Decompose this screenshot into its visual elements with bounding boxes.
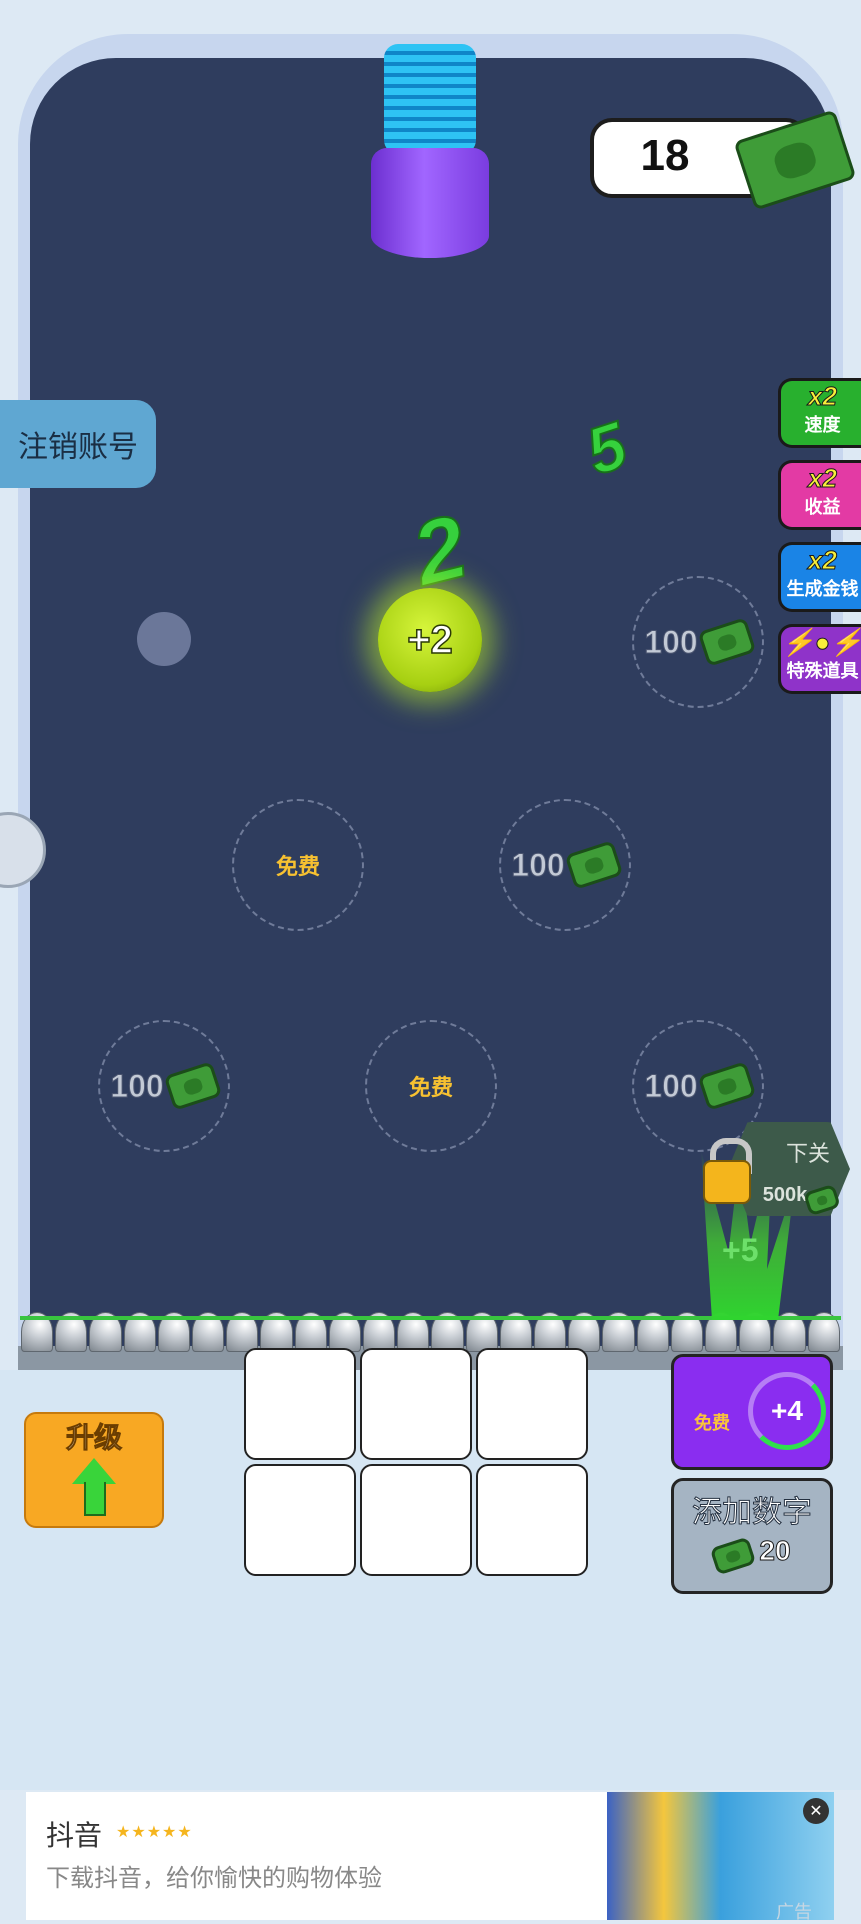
peg <box>137 612 191 666</box>
lock-icon <box>703 1160 751 1204</box>
slot-buy[interactable]: 100 <box>499 799 631 931</box>
generate-label: 生成金钱 <box>786 579 859 600</box>
free-label: 免费 <box>694 1413 730 1434</box>
free-amount: +4 <box>748 1372 826 1450</box>
cash-icon <box>710 1536 757 1575</box>
cash-icon <box>163 1061 223 1111</box>
cash-icon <box>564 840 624 890</box>
grid-cell[interactable] <box>360 1464 472 1576</box>
ad-subtitle: 下载抖音，给你愉快的购物体验 <box>46 1864 382 1892</box>
grid-cell[interactable] <box>244 1464 356 1576</box>
special-label: 特殊道具 <box>786 661 859 682</box>
income-x2-button[interactable]: x2 收益 <box>778 460 861 530</box>
cash-icon <box>697 1061 757 1111</box>
arrow-up-icon <box>84 1482 106 1516</box>
slot-free-label: 免费 <box>275 855 320 880</box>
slot-cost: 100 <box>511 846 565 883</box>
money-value: 18 <box>640 131 690 180</box>
grid-cell[interactable] <box>244 1348 356 1460</box>
grid-cell[interactable] <box>476 1464 588 1576</box>
grid-cell[interactable] <box>476 1348 588 1460</box>
plus-effect: +5 <box>722 1232 759 1268</box>
number-grid <box>244 1348 592 1582</box>
ad-tag: 广告 <box>776 1902 812 1923</box>
generate-money-x2-button[interactable]: x2 生成金钱 <box>778 542 861 612</box>
launcher-tube <box>371 148 489 258</box>
grid-cell[interactable] <box>360 1348 472 1460</box>
spring-icon <box>384 44 476 154</box>
special-items-button[interactable]: ⚡●⚡ 特殊道具 <box>778 624 861 694</box>
add-number-label: 添加数字 <box>692 1495 813 1531</box>
speed-x2-button[interactable]: x2 速度 <box>778 378 861 448</box>
slot-buy[interactable]: 100 <box>98 1020 230 1152</box>
add-number-cost: 20 <box>759 1535 791 1567</box>
special-items-icon: ⚡●⚡ <box>782 627 861 658</box>
arrow-up-icon <box>72 1458 116 1484</box>
income-multiplier: x2 <box>808 463 838 494</box>
slot-free[interactable]: 免费 <box>365 1020 497 1152</box>
speed-label: 速度 <box>804 415 841 436</box>
close-icon[interactable]: ✕ <box>803 1798 829 1824</box>
number-ball: +2 <box>378 588 482 692</box>
cancel-account-button[interactable]: 注销账号 <box>0 400 156 488</box>
next-level-label: 下关 <box>785 1142 830 1167</box>
speed-multiplier: x2 <box>808 381 838 412</box>
generate-multiplier: x2 <box>808 545 838 576</box>
upgrade-button[interactable]: 升级 <box>24 1412 164 1528</box>
slot-cost: 100 <box>644 623 698 660</box>
upgrade-label: 升级 <box>65 1421 122 1455</box>
slot-free[interactable]: 免费 <box>232 799 364 931</box>
add-number-button[interactable]: 添加数字 20 <box>671 1478 833 1594</box>
ad-rating: ★★★★★ <box>116 1822 193 1841</box>
slot-buy[interactable]: 100 <box>632 576 764 708</box>
cash-icon <box>697 617 757 667</box>
slot-cost: 100 <box>110 1067 164 1104</box>
income-label: 收益 <box>804 497 841 518</box>
slot-cost: 100 <box>644 1067 698 1104</box>
slot-free-label: 免费 <box>408 1076 453 1101</box>
ad-title: 抖音 <box>46 1819 103 1852</box>
